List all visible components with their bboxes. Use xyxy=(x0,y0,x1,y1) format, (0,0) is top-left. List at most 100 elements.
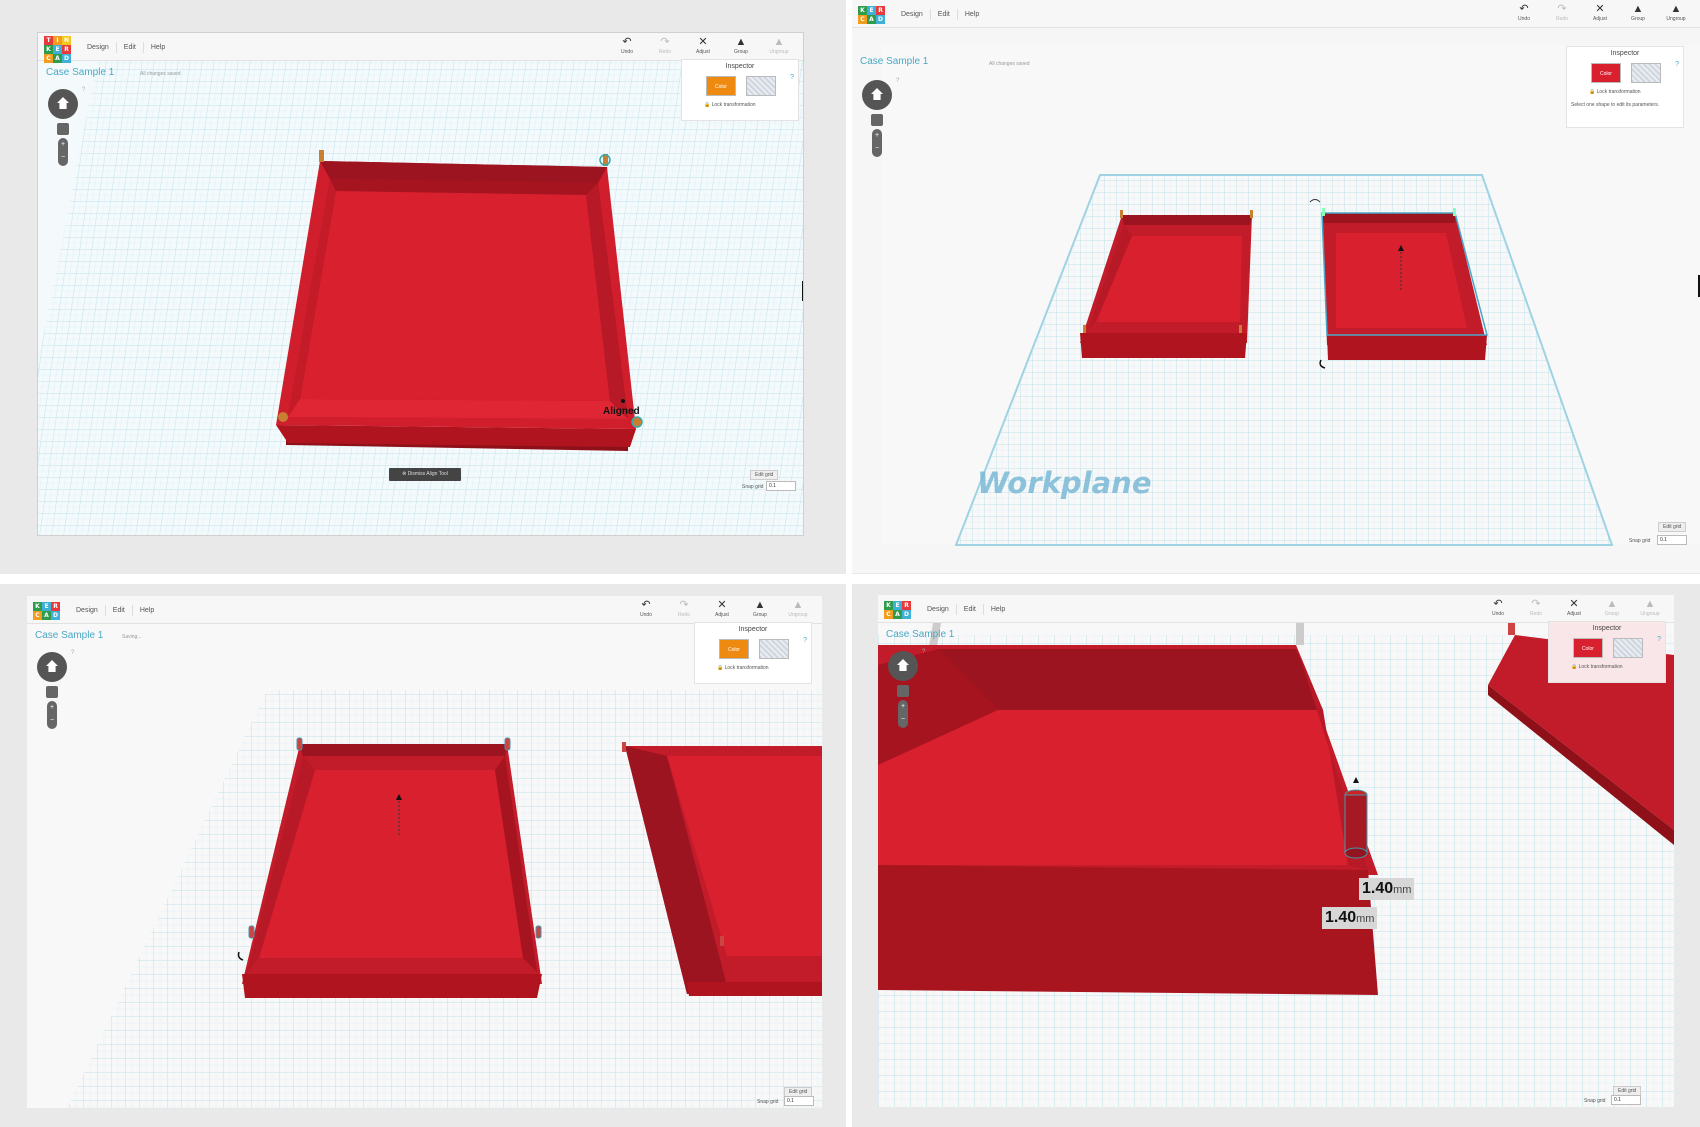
view-cube-icon[interactable] xyxy=(46,686,58,698)
ungroup-button[interactable]: ▲ Ungroup xyxy=(763,36,795,55)
group-button[interactable]: ▲ Group xyxy=(1622,3,1654,22)
menu-edit[interactable]: Edit xyxy=(955,604,983,615)
dimension-input-width[interactable]: 1.40mm xyxy=(1359,878,1415,900)
project-title[interactable]: Case Sample 1 xyxy=(886,629,954,640)
snap-grid-select[interactable]: 0.1 xyxy=(1657,535,1687,545)
adjust-label: Adjust xyxy=(1567,611,1581,617)
tinkercad-logo[interactable]: K E R C A D xyxy=(33,602,60,620)
ungroup-button[interactable]: ▲ Ungroup xyxy=(782,599,814,618)
adjust-button[interactable]: ✕ Adjust xyxy=(706,599,738,618)
logo-letter: T xyxy=(44,36,53,45)
menu-edit[interactable]: Edit xyxy=(115,42,143,53)
lock-icon: 🔒 xyxy=(717,665,724,671)
snap-grid-select[interactable]: 0.1 xyxy=(784,1096,814,1106)
view-cube-icon[interactable] xyxy=(871,114,883,126)
adjust-button[interactable]: ✕ Adjust xyxy=(1584,3,1616,22)
redo-button[interactable]: ↷ Redo xyxy=(668,599,700,618)
undo-button[interactable]: ↶ Undo xyxy=(630,599,662,618)
inspector-title: Inspector xyxy=(1610,50,1640,57)
snap-grid-select[interactable]: 0.1 xyxy=(766,481,796,491)
lock-transformation[interactable]: 🔒 Lock transformation xyxy=(1589,89,1641,95)
help-icon[interactable]: ? xyxy=(803,637,807,644)
hole-swatch[interactable] xyxy=(1613,638,1643,658)
undo-button[interactable]: ↶ Undo xyxy=(1482,598,1514,617)
lock-transformation[interactable]: 🔒 Lock transformation xyxy=(704,102,756,108)
redo-icon: ↷ xyxy=(1557,3,1567,15)
ungroup-button[interactable]: ▲ Ungroup xyxy=(1634,598,1666,617)
redo-button[interactable]: ↷ Redo xyxy=(649,36,681,55)
menu-help[interactable]: Help xyxy=(956,9,986,20)
adjust-button[interactable]: ✕ Adjust xyxy=(687,36,719,55)
view-navigator[interactable] xyxy=(48,89,78,119)
view-navigator[interactable] xyxy=(862,80,892,110)
color-swatch[interactable]: Color xyxy=(1591,63,1621,83)
dismiss-align-tool-button[interactable]: ⊗ Dismiss Align Tool xyxy=(389,468,461,481)
menu-design[interactable]: Design xyxy=(894,9,930,20)
view-navigator[interactable] xyxy=(888,651,918,681)
help-icon[interactable]: ? xyxy=(790,74,794,81)
lock-transformation[interactable]: 🔒 Lock transformation xyxy=(717,665,769,671)
tinkercad-logo[interactable]: K E R C A D xyxy=(884,601,911,619)
redo-button[interactable]: ↷ Redo xyxy=(1546,3,1578,22)
group-icon: ▲ xyxy=(1606,598,1618,610)
tinkercad-logo[interactable]: K E R C A D xyxy=(858,6,885,24)
peg-bottom-left[interactable] xyxy=(278,412,288,422)
home-view-icon[interactable] xyxy=(46,660,58,672)
nav-help-icon[interactable]: ? xyxy=(71,650,74,656)
snap-grid-label: Snap grid xyxy=(1584,1098,1606,1104)
zoom-control[interactable]: + − xyxy=(47,701,57,729)
hole-swatch[interactable] xyxy=(1631,63,1661,83)
menu-design[interactable]: Design xyxy=(69,605,105,616)
tinkercad-logo[interactable]: T I N K E R C A D xyxy=(44,36,71,63)
project-title[interactable]: Case Sample 1 xyxy=(46,67,114,78)
adjust-button[interactable]: ✕ Adjust xyxy=(1558,598,1590,617)
menu-edit[interactable]: Edit xyxy=(929,9,957,20)
snap-grid-select[interactable]: 0.1 xyxy=(1611,1095,1641,1105)
home-view-icon[interactable] xyxy=(57,97,69,109)
menu-help[interactable]: Help xyxy=(982,604,1012,615)
color-swatch[interactable]: Color xyxy=(706,76,736,96)
nav-help-icon[interactable]: ? xyxy=(896,78,899,84)
save-status: Saving... xyxy=(122,634,142,640)
nav-help-icon[interactable]: ? xyxy=(82,87,85,93)
ungroup-button[interactable]: ▲ Ungroup xyxy=(1660,3,1692,22)
red-tray-closeup[interactable] xyxy=(878,645,1378,995)
edit-grid-button[interactable]: Edit grid xyxy=(1658,522,1687,532)
edit-grid-button[interactable]: Edit grid xyxy=(750,470,779,480)
zoom-control[interactable]: + − xyxy=(898,700,908,728)
project-title[interactable]: Case Sample 1 xyxy=(860,56,928,67)
lock-transformation[interactable]: 🔒 Lock transformation xyxy=(1571,664,1623,670)
group-button[interactable]: ▲ Group xyxy=(1596,598,1628,617)
color-swatch[interactable]: Color xyxy=(1573,638,1603,658)
color-swatch[interactable]: Color xyxy=(719,639,749,659)
group-button[interactable]: ▲ Group xyxy=(725,36,757,55)
help-icon[interactable]: ? xyxy=(1657,636,1661,643)
ungroup-label: Ungroup xyxy=(1640,611,1660,617)
home-view-icon[interactable] xyxy=(897,659,909,671)
view-navigator[interactable] xyxy=(37,652,67,682)
menu-help[interactable]: Help xyxy=(131,605,161,616)
menu-edit[interactable]: Edit xyxy=(104,605,132,616)
project-title[interactable]: Case Sample 1 xyxy=(35,630,103,641)
home-view-icon[interactable] xyxy=(871,88,883,100)
group-button[interactable]: ▲ Group xyxy=(744,599,776,618)
menu-design[interactable]: Design xyxy=(920,604,956,615)
undo-button[interactable]: ↶ Undo xyxy=(611,36,643,55)
view-cube-icon[interactable] xyxy=(57,123,69,135)
hole-swatch[interactable] xyxy=(759,639,789,659)
lock-label: Lock transformation xyxy=(711,102,756,108)
peg-top-left[interactable] xyxy=(319,150,324,162)
zoom-control[interactable]: + − xyxy=(58,138,68,166)
redo-button[interactable]: ↷ Redo xyxy=(1520,598,1552,617)
red-tray[interactable] xyxy=(276,161,636,451)
help-icon[interactable]: ? xyxy=(1675,61,1679,68)
zoom-control[interactable]: + − xyxy=(872,129,882,157)
nav-help-icon[interactable]: ? xyxy=(922,649,925,655)
peg-bottom-right[interactable] xyxy=(631,416,643,428)
undo-button[interactable]: ↶ Undo xyxy=(1508,3,1540,22)
menu-help[interactable]: Help xyxy=(142,42,172,53)
hole-swatch[interactable] xyxy=(746,76,776,96)
view-cube-icon[interactable] xyxy=(897,685,909,697)
dimension-input-depth[interactable]: 1.40mm xyxy=(1322,907,1378,929)
menu-design[interactable]: Design xyxy=(80,42,116,53)
